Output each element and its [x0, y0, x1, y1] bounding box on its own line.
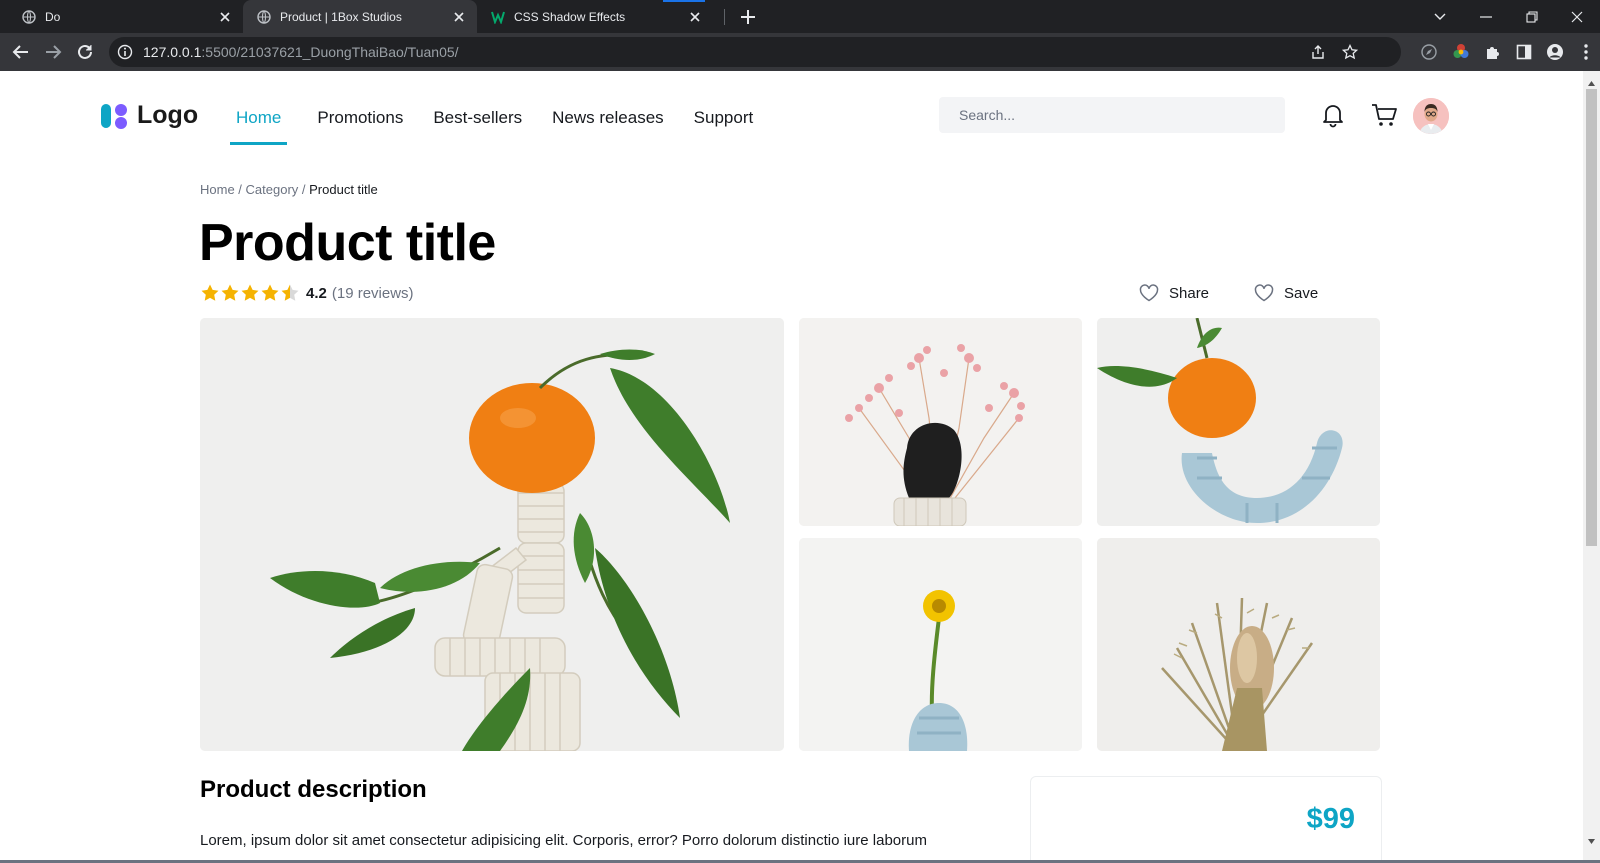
breadcrumb: Home / Category / Product title: [200, 182, 378, 197]
tab-separator: [724, 9, 725, 25]
share-button[interactable]: Share: [1139, 284, 1209, 302]
product-main-image[interactable]: [200, 318, 784, 751]
browser-tab-active[interactable]: Product | 1Box Studios: [243, 0, 477, 33]
browser-tab-strip: Do Product | 1Box Studios CSS Shadow Eff…: [0, 0, 1600, 33]
star-icon: [201, 284, 219, 301]
reviews-count-link[interactable]: (19 reviews): [332, 285, 414, 302]
breadcrumb-separator: /: [298, 182, 310, 197]
reload-icon[interactable]: [71, 38, 99, 66]
product-description-text: Lorem, ipsum dolor sit amet consectetur …: [200, 832, 927, 849]
logo[interactable]: Logo: [101, 101, 198, 130]
compass-extension-icon[interactable]: [1415, 38, 1443, 66]
nav-best-sellers[interactable]: Best-sellers: [433, 101, 522, 135]
save-label: Save: [1284, 284, 1319, 302]
nav-support[interactable]: Support: [694, 101, 754, 135]
logo-mark-icon: [101, 102, 129, 130]
scroll-up-arrow-icon[interactable]: [1587, 75, 1596, 86]
product-rating: 4.2 (19 reviews): [200, 283, 414, 303]
scrollbar-thumb[interactable]: [1586, 89, 1597, 546]
forward-arrow-icon[interactable]: [39, 38, 67, 66]
close-tab-icon[interactable]: [451, 9, 467, 25]
url-path: :5500/21037621_DuongThaiBao/Tuan05/: [201, 44, 459, 60]
main-nav: Home Promotions Best-sellers News releas…: [230, 101, 783, 145]
breadcrumb-category[interactable]: Category: [246, 182, 299, 197]
globe-icon: [22, 9, 36, 24]
product-price: $99: [1306, 803, 1355, 835]
heart-icon: [1254, 284, 1274, 302]
page-title: Product title: [199, 214, 496, 272]
browser-toolbar: 127.0.0.1:5500/21037621_DuongThaiBao/Tua…: [0, 33, 1600, 71]
restore-icon[interactable]: [1509, 0, 1555, 33]
more-menu-icon[interactable]: [1572, 38, 1600, 66]
tab-title: Product | 1Box Studios: [280, 9, 402, 24]
heart-icon: [1139, 284, 1159, 302]
star-icon: [241, 284, 259, 301]
cart-icon[interactable]: [1368, 99, 1400, 131]
browser-tab[interactable]: Do: [8, 0, 243, 33]
scroll-down-arrow-icon[interactable]: [1587, 833, 1596, 844]
w3schools-icon: [491, 10, 505, 25]
share-page-icon[interactable]: [1309, 43, 1327, 61]
bookmark-star-icon[interactable]: [1341, 43, 1359, 61]
url-text: 127.0.0.1:5500/21037621_DuongThaiBao/Tua…: [143, 44, 459, 60]
nav-news-releases[interactable]: News releases: [552, 101, 664, 135]
star-icon: [261, 284, 279, 301]
search-input[interactable]: [939, 97, 1285, 133]
save-button[interactable]: Save: [1254, 284, 1318, 302]
tab-title: CSS Shadow Effects: [514, 9, 626, 24]
globe-icon: [257, 9, 271, 24]
minimize-icon[interactable]: [1463, 0, 1509, 33]
breadcrumb-separator: /: [234, 182, 246, 197]
product-thumbnail-2[interactable]: [1097, 318, 1380, 526]
product-thumbnail-4[interactable]: [1097, 538, 1380, 751]
product-thumbnail-1[interactable]: [799, 318, 1082, 526]
tab-title: Do: [45, 9, 61, 24]
side-panel-icon[interactable]: [1510, 38, 1538, 66]
new-tab-icon[interactable]: [737, 6, 759, 28]
close-tab-icon[interactable]: [687, 9, 703, 25]
address-bar[interactable]: 127.0.0.1:5500/21037621_DuongThaiBao/Tua…: [109, 37, 1401, 67]
close-window-icon[interactable]: [1554, 0, 1600, 33]
star-icon: [221, 284, 239, 301]
section-title-description: Product description: [200, 776, 427, 803]
breadcrumb-home[interactable]: Home: [200, 182, 235, 197]
nav-promotions[interactable]: Promotions: [317, 101, 403, 135]
price-card: $99: [1030, 776, 1382, 863]
rating-stars: [200, 283, 300, 303]
star-half-icon: [281, 284, 299, 301]
browser-tab[interactable]: CSS Shadow Effects: [477, 0, 713, 33]
puzzle-extensions-icon[interactable]: [1479, 38, 1507, 66]
color-picker-extension-icon[interactable]: [1447, 38, 1475, 66]
site-info-icon[interactable]: [117, 44, 133, 65]
page-scrollbar[interactable]: [1583, 71, 1600, 863]
rating-value: 4.2: [306, 284, 327, 302]
page-viewport: Logo Home Promotions Best-sellers News r…: [0, 71, 1583, 863]
avatar[interactable]: [1413, 98, 1449, 134]
close-tab-icon[interactable]: [217, 9, 233, 25]
url-host: 127.0.0.1: [143, 44, 202, 60]
back-arrow-icon[interactable]: [7, 38, 35, 66]
breadcrumb-current: Product title: [309, 182, 378, 197]
tab-search-chevron-down-icon[interactable]: [1417, 0, 1463, 33]
tab-loading-indicator: [663, 0, 705, 2]
bell-icon[interactable]: [1317, 99, 1349, 131]
logo-text: Logo: [137, 101, 199, 129]
share-label: Share: [1169, 284, 1210, 302]
profile-icon[interactable]: [1541, 38, 1569, 66]
nav-home[interactable]: Home: [230, 101, 288, 145]
product-thumbnail-3[interactable]: [799, 538, 1082, 751]
